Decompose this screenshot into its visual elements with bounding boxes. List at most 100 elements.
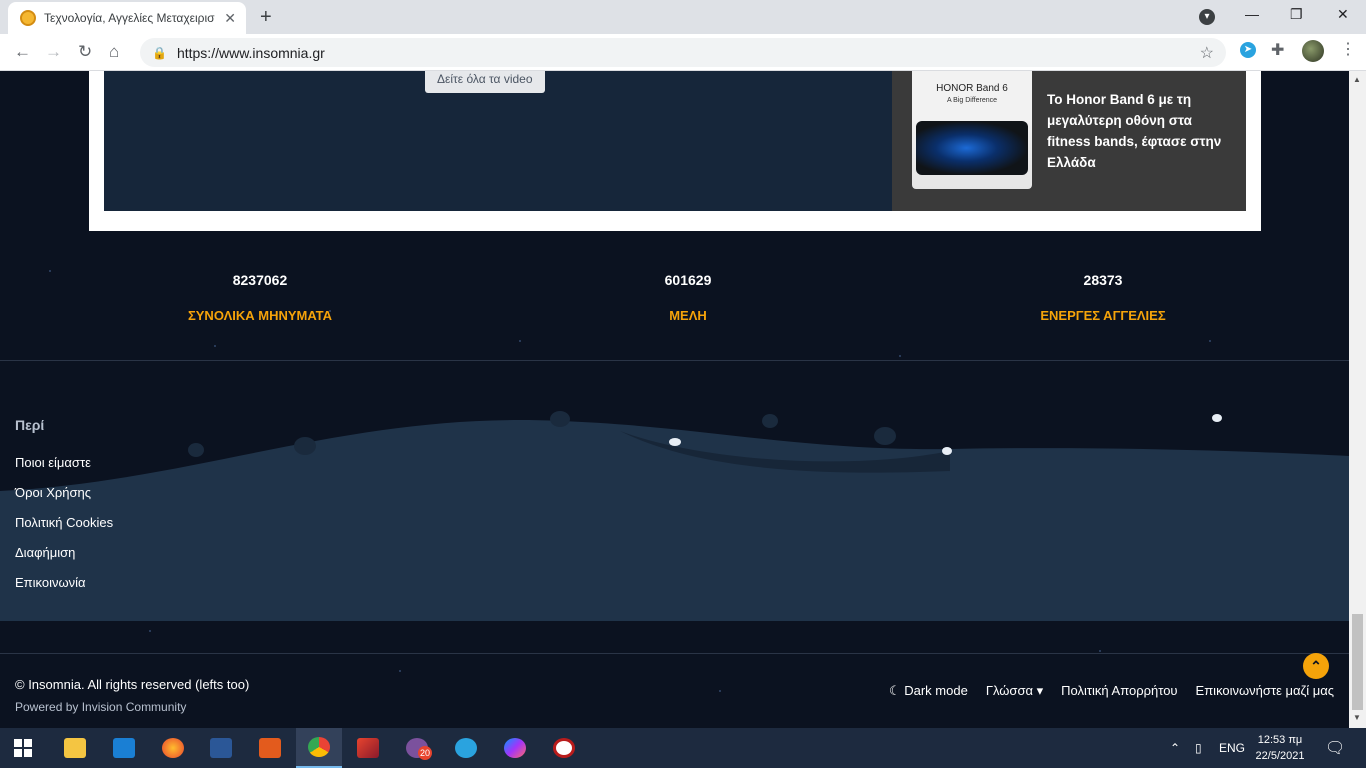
notification-center-icon[interactable]: 🗨	[1325, 728, 1345, 768]
content-card: Δείτε όλα τα video HONOR Band 6 A Big Di…	[89, 71, 1261, 231]
footer-link-terms[interactable]: Όροι Χρήσης	[15, 485, 113, 515]
back-icon[interactable]: ←	[14, 42, 31, 62]
all-videos-button[interactable]: Δείτε όλα τα video	[425, 71, 545, 93]
footer-link-contact[interactable]: Επικοινωνία	[15, 575, 113, 605]
battery-icon[interactable]: ▯	[1195, 728, 1202, 768]
lock-icon[interactable]: 🔒	[152, 46, 167, 60]
taskbar-app-orange[interactable]	[247, 728, 293, 768]
extensions-puzzle-icon[interactable]: ✚	[1271, 40, 1284, 60]
taskbar-telegram[interactable]	[443, 728, 489, 768]
fitness-band-image	[916, 121, 1028, 175]
close-window-button[interactable]: ✕	[1337, 6, 1349, 23]
clock-app-icon	[553, 738, 575, 758]
web-page: Δείτε όλα τα video HONOR Band 6 A Big Di…	[0, 71, 1349, 728]
privacy-link[interactable]: Πολιτική Απορρήτου	[1061, 683, 1177, 699]
footer-about-section: Περί Ποιοι είμαστε Όροι Χρήσης Πολιτική …	[15, 417, 113, 605]
dark-mode-label: Dark mode	[904, 683, 968, 698]
article-headline[interactable]: Το Honor Band 6 με τη μεγαλύτερη οθόνη σ…	[1047, 89, 1237, 173]
stat-label: ΕΝΕΡΓΕΣ ΑΓΓΕΛΙΕΣ	[1040, 308, 1166, 323]
scroll-down-arrow-icon[interactable]: ▼	[1353, 713, 1361, 722]
stat-value: 8237062	[232, 272, 288, 288]
mail-icon	[113, 738, 135, 758]
url-text[interactable]: https://www.insomnia.gr	[177, 45, 325, 61]
scroll-up-arrow-icon[interactable]: ▲	[1353, 75, 1361, 84]
language-menu[interactable]: Γλώσσα ▾	[986, 683, 1043, 699]
clock-time: 12:53 πμ	[1257, 734, 1303, 746]
download-indicator-icon[interactable]: ▾	[1199, 9, 1215, 25]
thumb-brand-text: HONOR Band 6	[936, 83, 1008, 94]
stat-label: ΜΕΛΗ	[669, 308, 707, 323]
contact-link[interactable]: Επικοινωνήστε μαζί μας	[1196, 683, 1334, 699]
browser-toolbar: ← → ↻ ⌂ 🔒 https://www.insomnia.gr ☆ ➤ ✚ …	[0, 34, 1366, 71]
taskbar-app-clock[interactable]	[541, 728, 587, 768]
stat-active-ads: 28373 ΕΝΕΡΓΕΣ ΑΓΓΕΛΙΕΣ	[953, 272, 1253, 323]
footer-link-advertising[interactable]: Διαφήμιση	[15, 545, 113, 575]
clock-date: 22/5/2021	[1255, 750, 1305, 762]
dark-mode-toggle[interactable]: ☾ Dark mode	[889, 683, 968, 699]
caret-down-icon: ▾	[1033, 683, 1044, 698]
taskbar-word[interactable]	[198, 728, 244, 768]
page-scrollbar[interactable]: ▲ ▼	[1349, 71, 1366, 728]
telegram-extension-icon[interactable]: ➤	[1240, 42, 1256, 58]
footer-link-who-we-are[interactable]: Ποιοι είμαστε	[15, 455, 113, 485]
footer-heading: Περί	[15, 417, 45, 433]
forward-icon[interactable]: →	[45, 42, 62, 62]
new-tab-button[interactable]: +	[260, 6, 272, 29]
stat-members: 601629 ΜΕΛΗ	[538, 272, 838, 323]
thumb-tagline-text: A Big Difference	[946, 97, 998, 104]
browser-tab[interactable]: Τεχνολογία, Αγγελίες Μεταχειρισ ✕	[8, 2, 246, 34]
chrome-icon	[308, 737, 330, 757]
windows-logo-icon	[14, 739, 32, 757]
copyright-text: © Insomnia. All rights reserved (lefts t…	[15, 677, 250, 692]
maximize-button[interactable]: ❐	[1290, 6, 1303, 23]
reload-icon[interactable]: ↻	[78, 42, 92, 62]
profile-avatar[interactable]	[1302, 40, 1324, 62]
tab-title: Τεχνολογία, Αγγελίες Μεταχειρισ	[44, 11, 215, 25]
minimize-button[interactable]: —	[1245, 6, 1259, 22]
taskbar-clock[interactable]: 12:53 πμ 22/5/2021	[1250, 732, 1310, 764]
scroll-to-top-button[interactable]: ⌃	[1303, 653, 1329, 679]
firefox-icon	[162, 738, 184, 758]
article-card[interactable]: HONOR Band 6 A Big Difference Το Honor B…	[892, 71, 1246, 211]
address-bar[interactable]: 🔒 https://www.insomnia.gr ☆	[140, 38, 1226, 67]
word-icon	[210, 738, 232, 758]
insomnia-favicon-icon	[20, 10, 36, 26]
tool-app-icon	[357, 738, 379, 758]
article-thumbnail[interactable]: HONOR Band 6 A Big Difference	[912, 71, 1032, 189]
stat-total-messages: 8237062 ΣΥΝΟΛΙΚΑ ΜΗΝΥΜΑΤΑ	[110, 272, 410, 323]
stat-value: 28373	[1083, 272, 1123, 288]
taskbar-messenger[interactable]	[492, 728, 538, 768]
language-label: Γλώσσα	[985, 683, 1033, 698]
taskbar-app-tool[interactable]	[345, 728, 391, 768]
taskbar-chrome[interactable]	[296, 728, 342, 768]
stat-value: 601629	[664, 272, 712, 288]
folder-icon	[64, 738, 86, 758]
bookmark-star-icon[interactable]: ☆	[1200, 43, 1214, 63]
moon-icon: ☾	[888, 683, 905, 698]
bottom-nav: ☾ Dark mode Γλώσσα ▾ Πολιτική Απορρήτου …	[889, 683, 1334, 699]
chrome-menu-icon[interactable]: ⋮	[1340, 39, 1356, 59]
taskbar-mail[interactable]	[101, 728, 147, 768]
taskbar-viber[interactable]	[394, 728, 440, 768]
document-app-icon	[259, 738, 281, 758]
input-language-indicator[interactable]: ENG	[1219, 728, 1245, 768]
scrollbar-thumb[interactable]	[1352, 614, 1363, 710]
tray-show-hidden-icon[interactable]: ⌃	[1170, 728, 1180, 768]
powered-by-link[interactable]: Powered by Invision Community	[15, 700, 186, 714]
tab-close-icon[interactable]: ✕	[224, 10, 236, 27]
stats-divider	[0, 360, 1349, 361]
footer-divider	[0, 653, 1349, 654]
video-area: Δείτε όλα τα video	[104, 71, 892, 211]
tab-strip: Τεχνολογία, Αγγελίες Μεταχειρισ ✕ + ▾ — …	[0, 0, 1366, 34]
messenger-icon	[504, 738, 526, 758]
hills-illustration	[0, 411, 1349, 621]
stat-label: ΣΥΝΟΛΙΚΑ ΜΗΝΥΜΑΤΑ	[187, 308, 333, 323]
windows-taskbar: 20 ⌃ ▯ ENG 12:53 πμ 22/5/2021 🗨	[0, 728, 1366, 768]
start-button[interactable]	[0, 728, 46, 768]
footer-link-cookies[interactable]: Πολιτική Cookies	[15, 515, 113, 545]
home-icon[interactable]: ⌂	[109, 42, 119, 62]
telegram-icon	[455, 738, 477, 758]
taskbar-firefox[interactable]	[150, 728, 196, 768]
viber-notification-badge: 20	[418, 746, 433, 760]
taskbar-file-explorer[interactable]	[52, 728, 98, 768]
